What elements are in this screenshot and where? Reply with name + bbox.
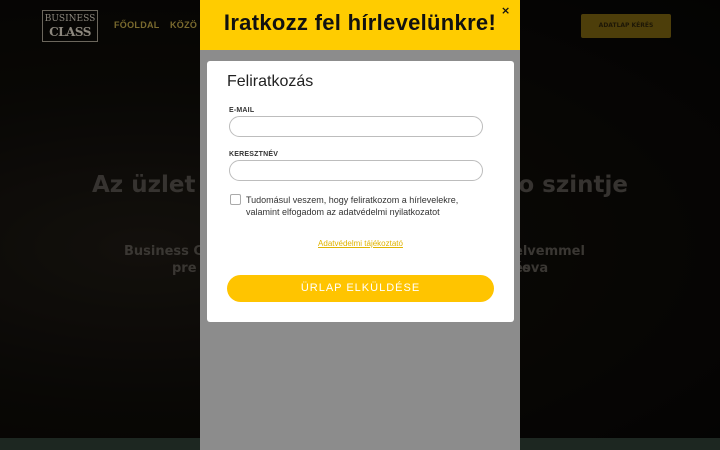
form-title: Feliratkozás — [227, 73, 314, 90]
logo-line2: CLASS — [49, 25, 91, 39]
hero-sub-right2: ova — [522, 261, 549, 276]
hero-sub-left2: pre — [172, 261, 197, 276]
first-name-field[interactable] — [229, 160, 483, 181]
submit-button[interactable]: ÜRLAP ELKÜLDÉSE — [227, 275, 494, 302]
hero-title-right: o szintje — [518, 172, 628, 198]
nav-item-2[interactable]: KÖZÖ — [170, 20, 197, 30]
hero-title-left: Az üzlet — [92, 172, 196, 198]
header-cta-button[interactable]: ADATLAP KÉRÉS — [581, 14, 671, 38]
first-name-label: KERESZTNÉV — [229, 151, 279, 158]
hero-sub-left: Business C — [124, 244, 203, 259]
email-label: E-MAIL — [229, 107, 255, 114]
subscribe-form: Feliratkozás E-MAIL KERESZTNÉV Tudomásul… — [207, 61, 514, 322]
nav-item-home[interactable]: FŐOLDAL — [114, 20, 160, 30]
popup-heading: Iratkozz fel hírlevelünkre! — [223, 10, 497, 35]
site-logo[interactable]: BUSINESS CLASS — [42, 10, 98, 42]
consent-checkbox[interactable] — [230, 194, 241, 205]
consent-text: Tudomásul veszem, hogy feliratkozom a hí… — [246, 195, 459, 217]
popup-banner: Iratkozz fel hírlevelünkre! × — [200, 0, 520, 50]
privacy-policy-link[interactable]: Adatvédelmi tájékoztató — [207, 239, 514, 248]
close-icon[interactable]: × — [501, 5, 510, 16]
logo-line1: BUSINESS — [44, 14, 96, 24]
email-field[interactable] — [229, 116, 483, 137]
